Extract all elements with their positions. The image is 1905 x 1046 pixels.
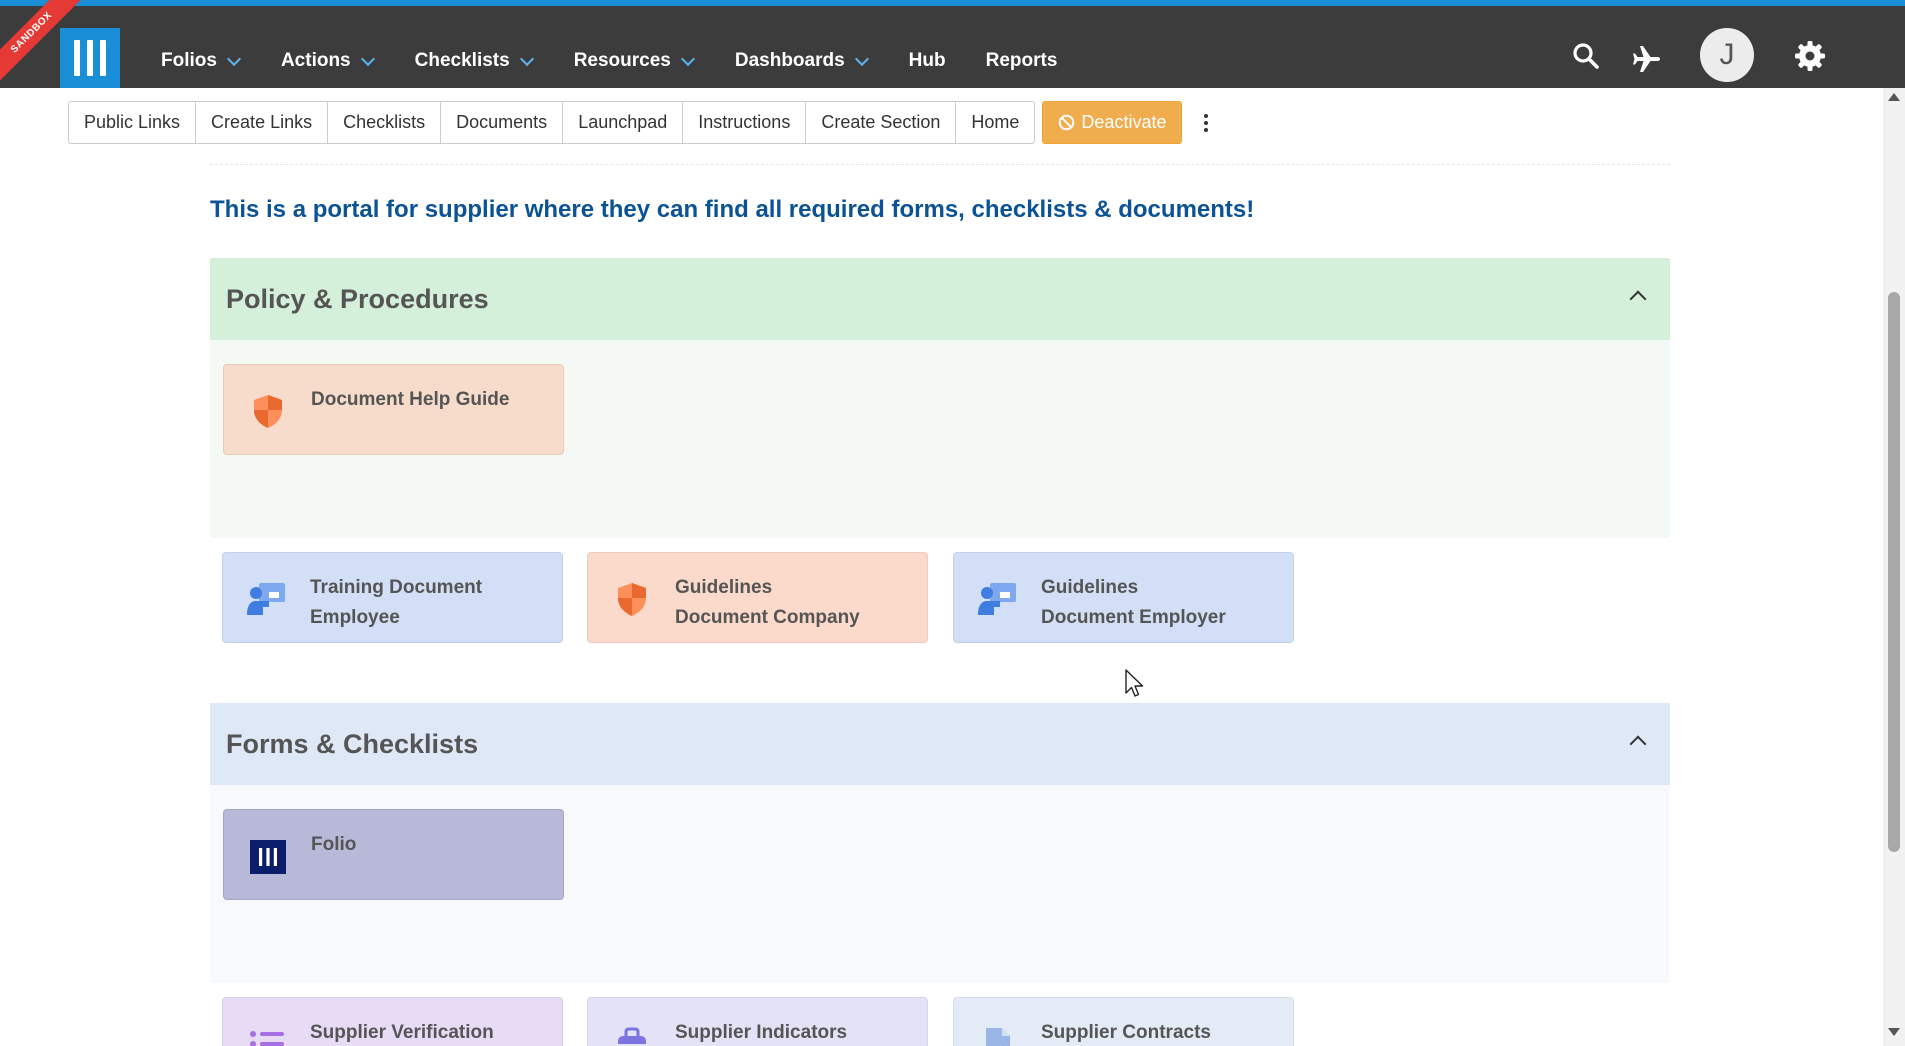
chevron-up-icon[interactable]	[1629, 735, 1647, 753]
create-section-button[interactable]: Create Section	[806, 101, 957, 144]
card-supplier-contracts[interactable]: Supplier Contracts	[953, 997, 1294, 1046]
card-title-line: Document Company	[675, 607, 860, 628]
nav-reports-label: Reports	[985, 50, 1058, 71]
page-toolbar: Public Links Create Links Checklists Doc…	[68, 101, 1209, 144]
nav-folios[interactable]: Folios	[161, 50, 242, 72]
user-avatar[interactable]: J	[1700, 28, 1754, 82]
presenter-icon	[247, 583, 285, 615]
nav-folios-label: Folios	[161, 50, 217, 71]
card-title-line: Employee	[310, 607, 400, 628]
gear-icon[interactable]	[1794, 40, 1826, 72]
section-title: Policy & Procedures	[226, 283, 489, 314]
main-nav: Folios Actions Checklists Resources Dash…	[161, 36, 1097, 86]
nav-hub[interactable]: Hub	[909, 50, 946, 72]
presenter-icon	[978, 583, 1016, 615]
page-headline: This is a portal for supplier where they…	[210, 196, 1255, 223]
chevron-down-icon	[226, 51, 242, 66]
card-title-line: Folio	[311, 834, 357, 855]
nav-reports[interactable]: Reports	[986, 50, 1058, 72]
section-body-forms-checklists: Folio	[210, 785, 1670, 983]
chevron-down-icon	[360, 51, 375, 66]
home-button[interactable]: Home	[956, 101, 1036, 144]
card-guidelines-document-employer[interactable]: Guidelines Document Employer	[953, 552, 1294, 643]
card-supplier-verification[interactable]: Supplier Verification	[222, 997, 563, 1046]
public-links-button[interactable]: Public Links	[68, 101, 197, 144]
card-title-line: Guidelines	[1041, 577, 1139, 598]
mouse-cursor-icon	[1125, 669, 1144, 697]
instructions-button[interactable]: Instructions	[683, 101, 807, 144]
card-supplier-indicators[interactable]: Supplier Indicators	[587, 997, 928, 1046]
section-title: Forms & Checklists	[226, 728, 479, 759]
nav-resources-label: Resources	[573, 50, 671, 71]
card-title-line: Supplier Indicators	[675, 1022, 848, 1043]
scroll-down-arrow-icon[interactable]	[1888, 1028, 1900, 1036]
launchpad-button[interactable]: Launchpad	[563, 101, 684, 144]
briefcase-icon	[618, 1027, 646, 1046]
nav-resources[interactable]: Resources	[573, 50, 695, 72]
scrollbar-thumb[interactable]	[1888, 292, 1900, 852]
card-title-line: Document Employer	[1041, 607, 1226, 628]
nav-actions-label: Actions	[280, 50, 351, 71]
chevron-down-icon	[854, 51, 869, 66]
folio-logo-icon	[250, 840, 286, 874]
nav-checklists-label: Checklists	[414, 50, 510, 71]
section-body-policy-procedures: Document Help Guide	[210, 340, 1670, 538]
chevron-down-icon	[680, 51, 695, 66]
card-folio[interactable]: Folio	[223, 809, 564, 900]
nav-actions[interactable]: Actions	[280, 50, 375, 72]
section-header-forms-checklists[interactable]: Forms & Checklists	[210, 703, 1670, 785]
checklists-button[interactable]: Checklists	[328, 101, 442, 144]
card-document-help-guide[interactable]: Document Help Guide	[223, 364, 564, 455]
chevron-down-icon	[519, 51, 534, 66]
card-guidelines-document-company[interactable]: Guidelines Document Company	[587, 552, 928, 643]
card-title-line: Supplier Contracts	[1041, 1022, 1211, 1043]
list-icon	[250, 1031, 284, 1046]
nav-dashboards-label: Dashboards	[734, 50, 845, 71]
deactivate-button[interactable]: Deactivate	[1042, 101, 1183, 144]
app-window: SANDBOX Folios Actions Checklists Resour…	[0, 0, 1905, 1046]
search-icon[interactable]	[1572, 42, 1600, 70]
deactivate-label: Deactivate	[1081, 112, 1167, 132]
nav-dashboards[interactable]: Dashboards	[734, 50, 869, 72]
section-header-policy-procedures[interactable]: Policy & Procedures	[210, 258, 1670, 340]
ban-icon	[1059, 114, 1075, 131]
more-options-icon[interactable]	[1204, 101, 1209, 144]
create-links-button[interactable]: Create Links	[196, 101, 329, 144]
nav-hub-label: Hub	[908, 50, 946, 71]
shield-icon	[254, 395, 282, 428]
card-title-line: Document Help Guide	[311, 389, 510, 410]
chevron-up-icon[interactable]	[1629, 290, 1647, 308]
scroll-up-arrow-icon[interactable]	[1888, 93, 1900, 101]
card-title-line: Supplier Verification	[310, 1022, 494, 1043]
card-title-line: Training Document	[310, 577, 483, 598]
app-logo[interactable]	[60, 28, 120, 88]
top-navbar: SANDBOX Folios Actions Checklists Resour…	[0, 0, 1905, 88]
card-training-document-employee[interactable]: Training Document Employee	[222, 552, 563, 643]
divider	[210, 164, 1670, 165]
nav-checklists[interactable]: Checklists	[414, 50, 534, 72]
documents-button[interactable]: Documents	[441, 101, 564, 144]
card-title-line: Guidelines	[675, 577, 773, 598]
plane-icon[interactable]	[1632, 44, 1662, 74]
shield-icon	[618, 583, 646, 616]
contract-icon	[986, 1028, 1010, 1046]
